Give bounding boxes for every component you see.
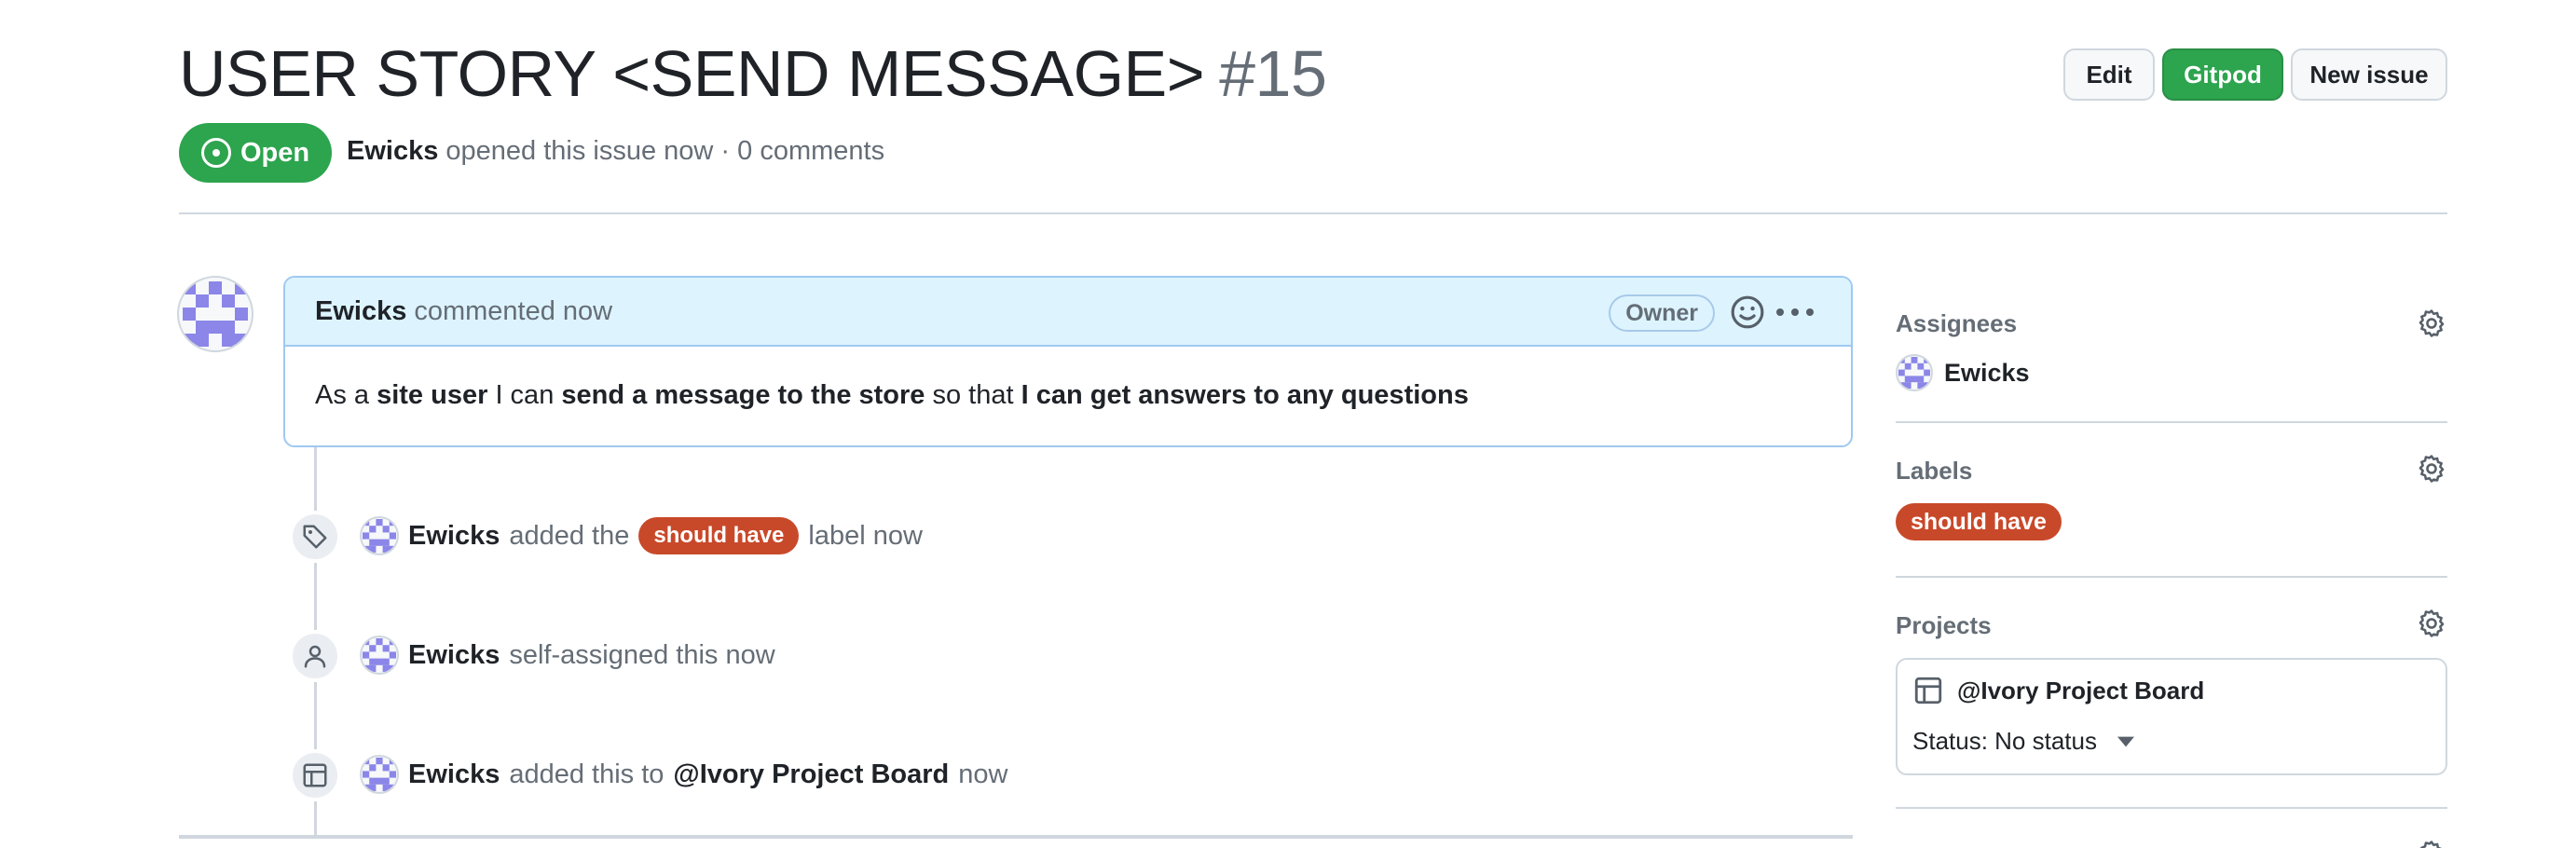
gear-icon[interactable] bbox=[2416, 308, 2447, 339]
comment-text: so that bbox=[925, 380, 1021, 410]
comment-body: As a site user I can send a message to t… bbox=[285, 347, 1851, 445]
gear-icon[interactable] bbox=[2416, 839, 2447, 848]
labels-heading[interactable]: Labels bbox=[1896, 457, 1972, 486]
assignees-heading[interactable]: Assignees bbox=[1896, 309, 2017, 338]
timeline-bottom-rule bbox=[179, 835, 1853, 839]
issue-title-text: USER STORY <SEND MESSAGE> bbox=[179, 37, 1205, 110]
issue-open-icon bbox=[200, 138, 231, 168]
owner-badge: Owner bbox=[1609, 294, 1715, 332]
comment-box: Ewicks commented now Owner As a site use… bbox=[283, 276, 1853, 447]
assignee-item[interactable]: Ewicks bbox=[1896, 354, 2030, 391]
comment-author-avatar[interactable] bbox=[177, 276, 253, 352]
gear-icon[interactable] bbox=[2416, 453, 2447, 485]
comment-header: Ewicks commented now Owner bbox=[285, 278, 1851, 347]
assignee-name[interactable]: Ewicks bbox=[1944, 359, 2030, 388]
project-card: @Ivory Project Board Status: No status bbox=[1896, 658, 2447, 775]
sidebar-divider bbox=[1896, 421, 2447, 423]
actor-link[interactable]: Ewicks bbox=[408, 759, 500, 790]
add-reaction-icon[interactable] bbox=[1730, 294, 1765, 330]
project-status-dropdown[interactable]: Status: No status bbox=[1912, 727, 2134, 756]
issue-author-link[interactable]: Ewicks bbox=[347, 136, 438, 166]
event-text: added this to bbox=[509, 759, 665, 789]
issue-state-label: Open bbox=[240, 137, 310, 168]
actor-avatar[interactable] bbox=[360, 755, 399, 794]
event-text: now bbox=[958, 759, 1008, 789]
assignee-avatar[interactable] bbox=[1896, 354, 1933, 391]
project-link[interactable]: @Ivory Project Board bbox=[673, 759, 949, 790]
projects-heading[interactable]: Projects bbox=[1896, 611, 1992, 640]
issue-number: #15 bbox=[1219, 37, 1327, 110]
sidebar-divider bbox=[1896, 807, 2447, 809]
timeline-event-label: Ewicks added the should have label now bbox=[360, 516, 923, 555]
project-table-icon bbox=[289, 749, 341, 801]
event-text: added the bbox=[509, 520, 630, 551]
label-should-have[interactable]: should have bbox=[638, 517, 800, 554]
actor-avatar[interactable] bbox=[360, 636, 399, 675]
event-text: self-assigned this now bbox=[509, 639, 775, 670]
gitpod-button[interactable]: Gitpod bbox=[2162, 48, 2283, 101]
sidebar-divider bbox=[1896, 576, 2447, 578]
new-issue-button[interactable]: New issue bbox=[2291, 48, 2447, 101]
issue-title: USER STORY <SEND MESSAGE> #15 bbox=[179, 32, 1327, 116]
actor-link[interactable]: Ewicks bbox=[408, 521, 500, 552]
tag-icon bbox=[289, 511, 341, 563]
event-text: label now bbox=[808, 520, 923, 551]
person-icon bbox=[289, 630, 341, 682]
comment-bold-text: send a message to the store bbox=[561, 380, 925, 410]
kebab-menu-icon[interactable] bbox=[1776, 294, 1814, 330]
comment-author-link[interactable]: Ewicks bbox=[315, 296, 406, 327]
project-table-icon bbox=[1914, 677, 1942, 704]
actor-link[interactable]: Ewicks bbox=[408, 640, 500, 671]
gear-icon[interactable] bbox=[2416, 608, 2447, 639]
caret-down-icon bbox=[2117, 736, 2134, 746]
edit-button[interactable]: Edit bbox=[2063, 48, 2155, 101]
issue-meta: Ewicks opened this issue now · 0 comment… bbox=[347, 136, 884, 167]
comment-bold-text: site user bbox=[377, 380, 488, 410]
timeline-event-assigned: Ewicks self-assigned this now bbox=[360, 636, 775, 675]
comment-text: As a bbox=[315, 380, 377, 410]
issue-meta-text: opened this issue now · 0 comments bbox=[445, 136, 885, 166]
timeline-event-project: Ewicks added this to @Ivory Project Boar… bbox=[360, 755, 1007, 794]
issue-state-badge: Open bbox=[179, 123, 332, 183]
actor-avatar[interactable] bbox=[360, 516, 399, 555]
comment-bold-text: I can get answers to any questions bbox=[1021, 380, 1469, 410]
project-status-text: Status: No status bbox=[1912, 727, 2097, 755]
comment-action: commented now bbox=[414, 295, 613, 326]
comment-text: I can bbox=[487, 380, 562, 410]
sidebar-label-should-have[interactable]: should have bbox=[1896, 503, 2062, 540]
project-name-link[interactable]: @Ivory Project Board bbox=[1957, 677, 2204, 705]
header-divider bbox=[179, 212, 2447, 214]
